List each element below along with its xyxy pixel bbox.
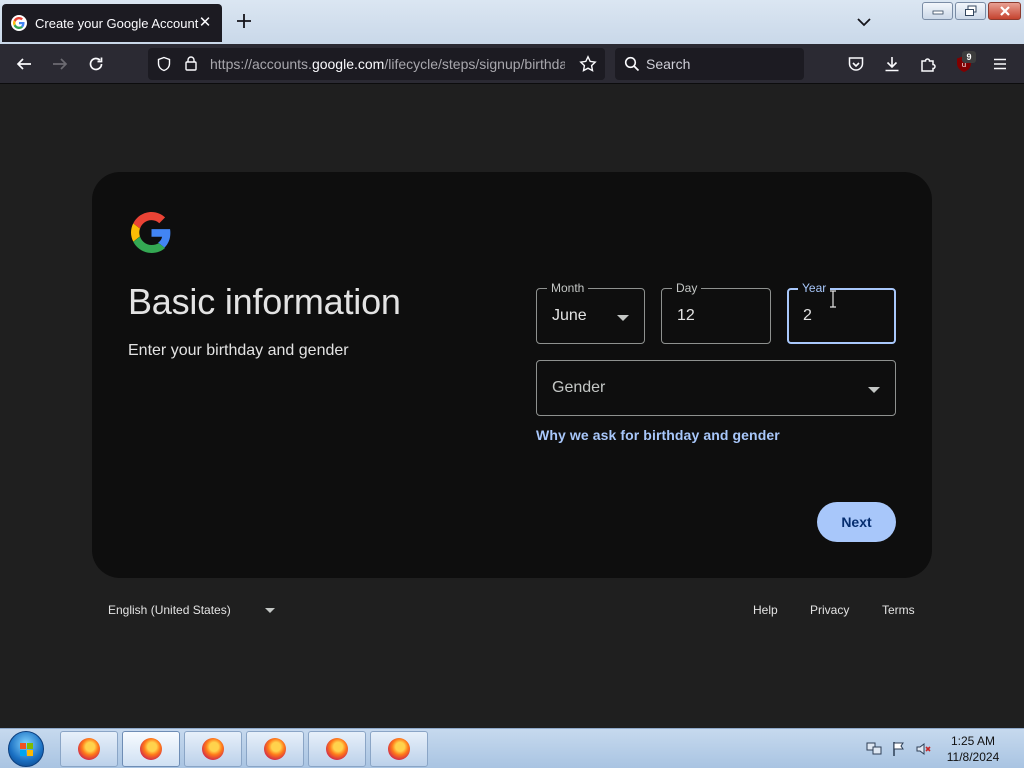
restore-button[interactable]	[955, 2, 986, 20]
google-favicon-icon	[11, 15, 27, 31]
close-window-button[interactable]	[988, 2, 1021, 20]
month-label: Month	[547, 280, 589, 296]
menu-hamburger-icon[interactable]	[990, 54, 1010, 74]
downloads-icon[interactable]	[882, 54, 902, 74]
footer-help-link[interactable]: Help	[753, 603, 778, 617]
url-text: https://accounts.google.com/lifecycle/st…	[210, 56, 574, 72]
start-button[interactable]	[8, 731, 44, 767]
taskbar-firefox-window-6[interactable]	[370, 731, 428, 767]
gender-placeholder: Gender	[552, 379, 606, 396]
browser-tab-bar: Create your Google Account ✕	[0, 0, 1024, 44]
tab-title: Create your Google Account	[35, 15, 199, 31]
url-bar[interactable]: https://accounts.google.com/lifecycle/st…	[148, 48, 605, 80]
search-placeholder: Search	[646, 56, 691, 72]
new-tab-plus-icon[interactable]	[234, 11, 254, 31]
taskbar-firefox-window-1[interactable]	[60, 731, 118, 767]
tab-close-icon[interactable]: ✕	[196, 13, 214, 31]
search-input[interactable]: Search	[615, 48, 804, 80]
page-subtitle: Enter your birthday and gender	[128, 342, 349, 359]
gender-select[interactable]: Gender	[536, 360, 896, 416]
taskbar-clock[interactable]: 1:25 AM 11/8/2024	[938, 733, 1008, 765]
language-dropdown-caret-icon[interactable]	[265, 608, 275, 613]
pocket-icon[interactable]	[846, 54, 866, 74]
year-value: 2	[803, 307, 812, 324]
language-select[interactable]: English (United States)	[108, 603, 231, 617]
tracking-protection-shield-icon[interactable]	[156, 56, 172, 77]
text-cursor-icon	[829, 290, 837, 308]
window-controls	[922, 2, 1021, 20]
firefox-icon	[140, 738, 162, 760]
footer-privacy-link[interactable]: Privacy	[810, 603, 849, 617]
firefox-icon	[326, 738, 348, 760]
day-input[interactable]: Day 12	[661, 280, 771, 344]
taskbar-firefox-window-3[interactable]	[184, 731, 242, 767]
extension-badge: 9	[962, 51, 976, 63]
year-input[interactable]: Year 2	[787, 280, 896, 344]
month-select[interactable]: Month June	[536, 280, 645, 344]
action-center-flag-icon[interactable]	[891, 741, 907, 757]
windows-taskbar	[0, 728, 1024, 768]
browser-toolbar: https://accounts.google.com/lifecycle/st…	[0, 44, 1024, 84]
bookmark-star-icon[interactable]	[579, 55, 597, 78]
volume-muted-icon[interactable]	[915, 741, 931, 757]
clock-date: 11/8/2024	[946, 750, 1000, 764]
minimize-button[interactable]	[922, 2, 953, 20]
url-prefix: https://accounts.	[210, 56, 312, 72]
next-button[interactable]: Next	[817, 502, 896, 542]
month-dropdown-caret-icon	[617, 315, 629, 321]
taskbar-firefox-window-2[interactable]	[122, 731, 180, 767]
forward-arrow-icon[interactable]	[50, 54, 70, 74]
clock-time: 1:25 AM	[950, 734, 996, 748]
extensions-puzzle-icon[interactable]	[918, 54, 938, 74]
firefox-icon	[202, 738, 224, 760]
day-label: Day	[672, 280, 702, 296]
firefox-icon	[388, 738, 410, 760]
firefox-icon	[78, 738, 100, 760]
back-arrow-icon[interactable]	[14, 54, 34, 74]
footer-terms-link[interactable]: Terms	[882, 603, 915, 617]
day-value: 12	[677, 307, 695, 324]
gender-dropdown-caret-icon	[868, 387, 880, 393]
lock-icon[interactable]	[184, 55, 198, 77]
taskbar-firefox-window-5[interactable]	[308, 731, 366, 767]
why-we-ask-link[interactable]: Why we ask for birthday and gender	[536, 427, 780, 443]
url-path: /lifecycle/steps/signup/birthday	[384, 56, 575, 72]
year-label: Year	[798, 280, 831, 296]
list-all-tabs-chevron-icon[interactable]	[855, 13, 873, 31]
taskbar-firefox-window-4[interactable]	[246, 731, 304, 767]
reload-icon[interactable]	[86, 54, 106, 74]
page-title: Basic information	[128, 281, 401, 322]
tab-google-account[interactable]: Create your Google Account ✕	[2, 4, 222, 42]
search-icon	[624, 56, 640, 77]
google-logo-icon	[131, 212, 172, 253]
month-value: June	[552, 307, 587, 324]
firefox-icon	[264, 738, 286, 760]
network-icon[interactable]	[866, 741, 882, 757]
windows-logo-icon	[20, 743, 33, 756]
url-host: google.com	[311, 56, 385, 72]
